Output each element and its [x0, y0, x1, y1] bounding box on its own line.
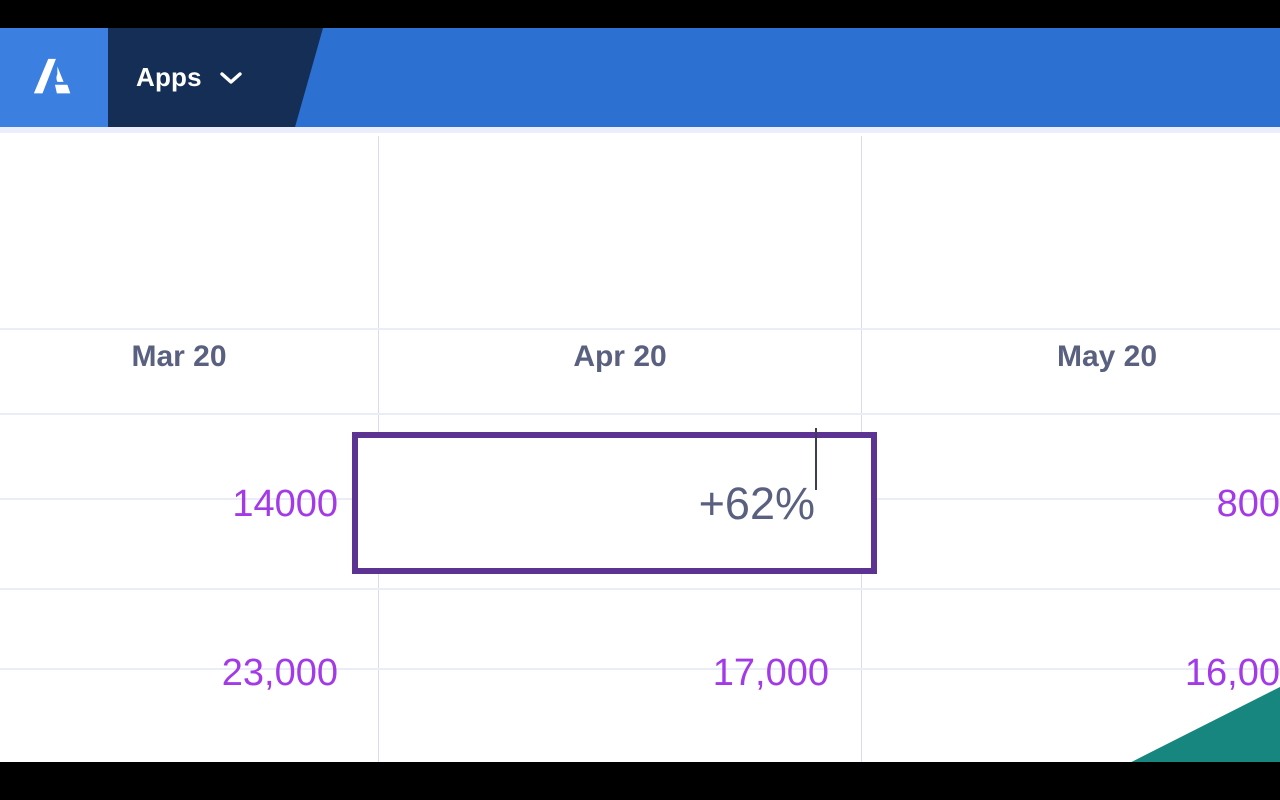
active-cell-value: +62%: [698, 477, 815, 529]
active-cell-editor[interactable]: +62%: [352, 428, 877, 574]
logo-button[interactable]: [0, 28, 108, 127]
column-header-apr-20[interactable]: Apr 20: [379, 331, 861, 383]
chevron-down-icon: [220, 71, 242, 85]
spreadsheet-grid[interactable]: Mar 20 Apr 20 May 20 14000 800 23,000 17…: [0, 127, 1280, 762]
row-rule-2: [0, 413, 1280, 415]
row-rule-1: [0, 328, 1280, 330]
letterbox-bottom: [0, 762, 1280, 800]
column-header-may-20[interactable]: May 20: [862, 331, 1280, 383]
cell-row2-may20[interactable]: 16,00: [862, 645, 1280, 701]
cell-row2-apr20[interactable]: 17,000: [379, 645, 845, 701]
cell-row1-may20[interactable]: 800: [862, 476, 1280, 532]
screen-root: Apps Mar 20 Apr 20 May 20 14000 800 23,0…: [0, 0, 1280, 800]
atlassian-logo-icon: [33, 58, 71, 93]
cell-row2-mar20[interactable]: 23,000: [0, 645, 358, 701]
sheet-top-rule: [0, 127, 1280, 133]
text-caret: [815, 428, 817, 490]
letterbox-top: [0, 0, 1280, 28]
row-rule-4: [0, 588, 1280, 590]
app-navbar: Apps: [0, 28, 1280, 127]
column-header-mar-20[interactable]: Mar 20: [0, 331, 358, 383]
apps-menu-button[interactable]: Apps: [108, 28, 323, 127]
cell-row1-mar20[interactable]: 14000: [0, 476, 358, 532]
apps-menu-label: Apps: [136, 62, 202, 92]
